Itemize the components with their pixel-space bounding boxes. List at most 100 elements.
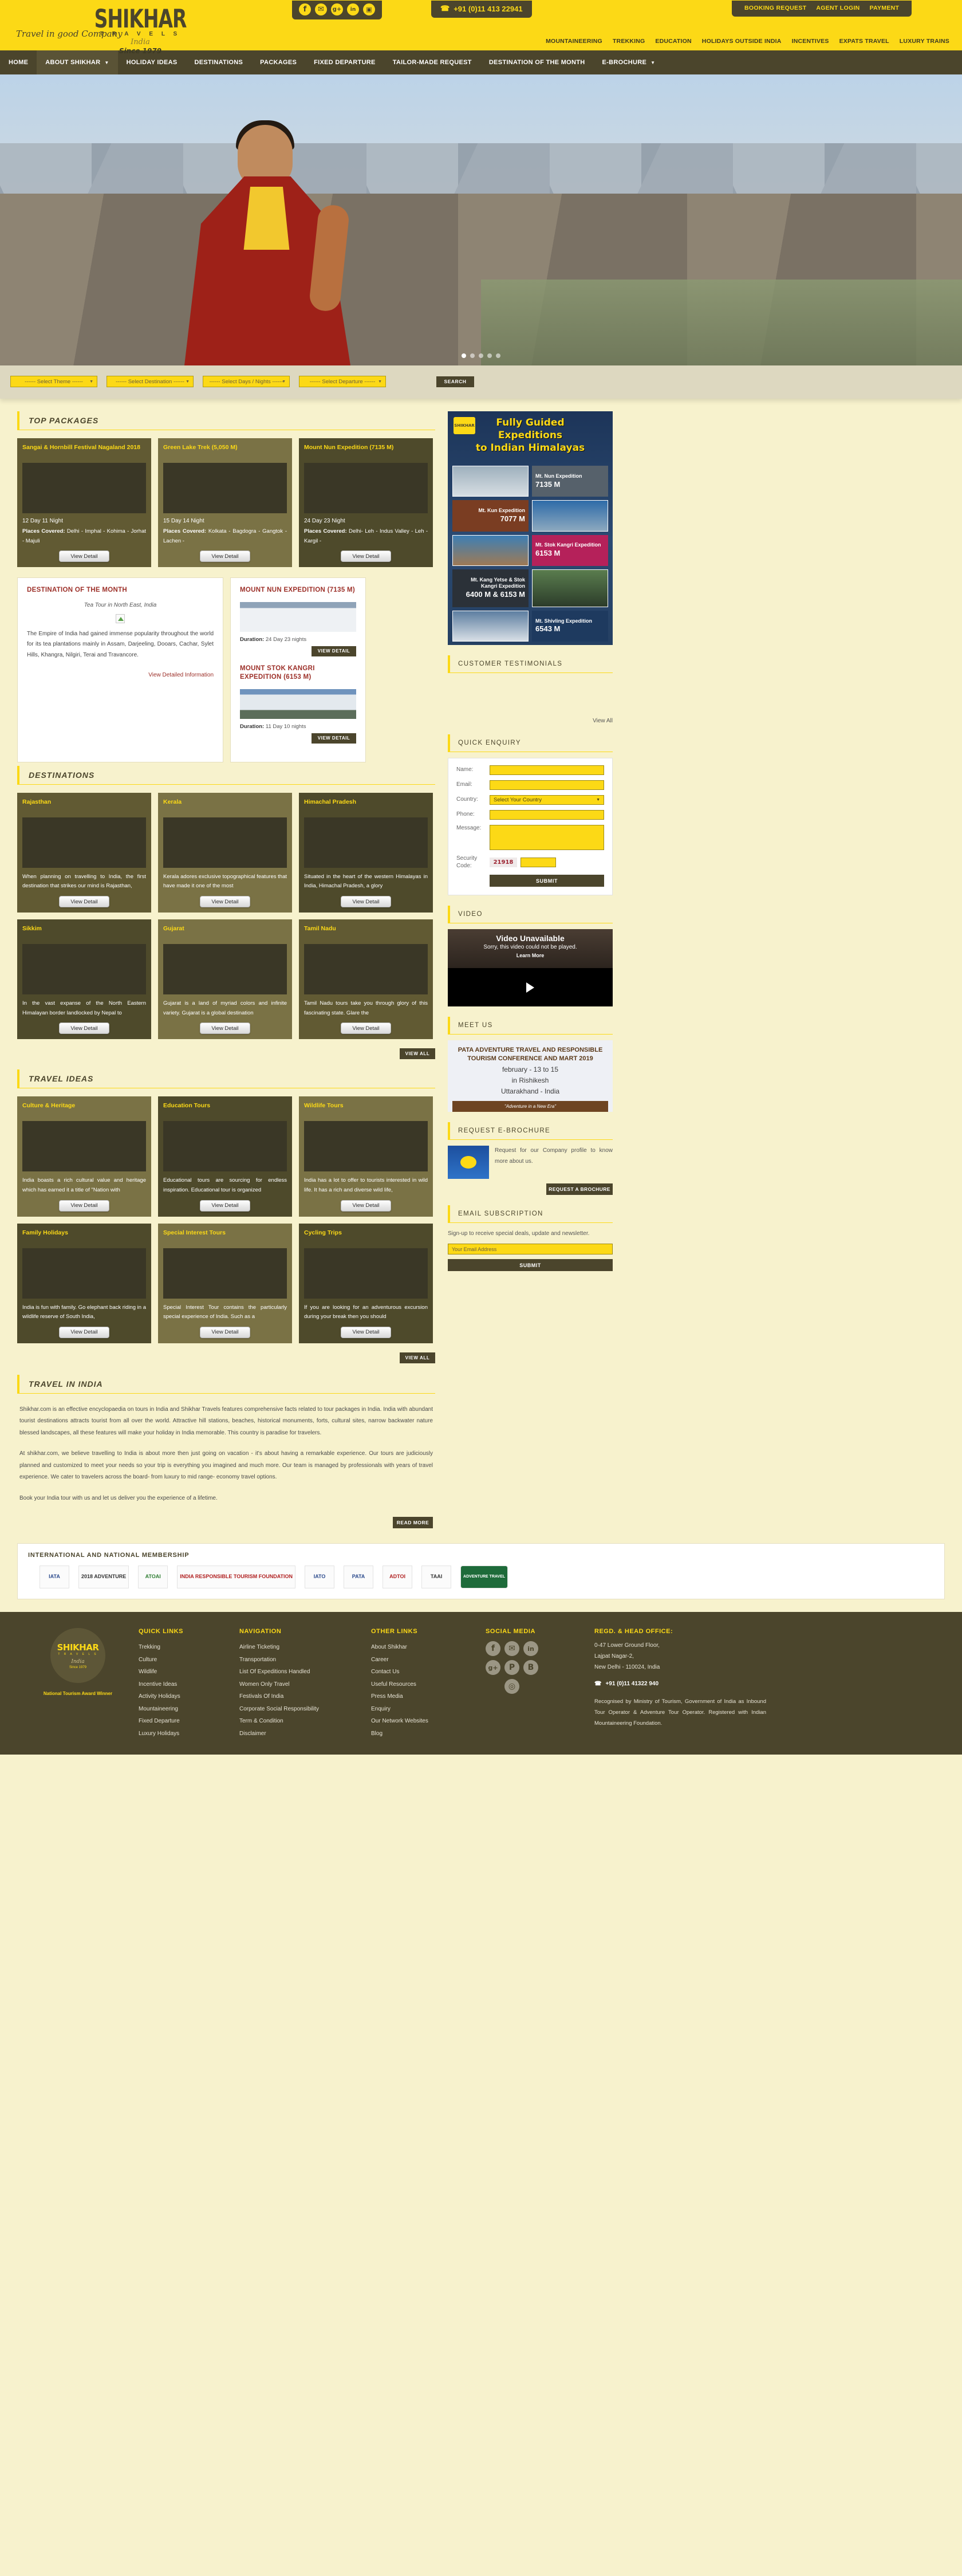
- booking-request-link[interactable]: BOOKING REQUEST: [744, 5, 806, 11]
- select-theme-dropdown[interactable]: ------ Select Theme ------ ▼: [10, 376, 97, 387]
- footer-link-trekking[interactable]: Trekking: [139, 1641, 239, 1654]
- blogger-icon[interactable]: B: [523, 1660, 538, 1676]
- linkedin-icon[interactable]: in: [347, 3, 359, 15]
- view-detail-button[interactable]: View Detail: [59, 1022, 109, 1035]
- instagram-icon[interactable]: ▣: [363, 3, 375, 15]
- footer-link-csr[interactable]: Corporate Social Responsibility: [239, 1703, 371, 1716]
- destination-card[interactable]: Rajasthan When planning on travelling to…: [17, 792, 151, 913]
- travel-ideas-view-all-button[interactable]: VIEW ALL: [400, 1352, 435, 1363]
- video-player[interactable]: [448, 968, 613, 1006]
- cat-incentives[interactable]: INCENTIVES: [792, 38, 829, 45]
- hero-dot-4[interactable]: [487, 353, 492, 358]
- twitter-icon[interactable]: ✉: [315, 3, 327, 15]
- nav-item-destination-of-the-month[interactable]: DESTINATION OF THE MONTH: [480, 50, 594, 74]
- select-departure-dropdown[interactable]: ------ Select Departure ------ ▼: [299, 376, 386, 387]
- enquiry-submit-button[interactable]: SUBMIT: [490, 875, 604, 887]
- view-detail-button[interactable]: View Detail: [200, 896, 250, 908]
- footer-link-festivals-of-india[interactable]: Festivals Of India: [239, 1690, 371, 1703]
- video-unavailable-message[interactable]: Video Unavailable Sorry, this video coul…: [448, 929, 613, 968]
- select-days-nights-dropdown[interactable]: ------ Select Days / Nights ------ ▼: [203, 376, 290, 387]
- phone-input[interactable]: [490, 810, 604, 820]
- view-detail-button[interactable]: VIEW DETAIL: [312, 646, 356, 656]
- travel-idea-card[interactable]: Cycling Trips If you are looking for an …: [299, 1223, 433, 1343]
- hero-dot-1[interactable]: [462, 353, 466, 358]
- package-card[interactable]: Mount Nun Expedition (7135 M) 24 Day 23 …: [299, 438, 433, 568]
- footer-link-term-condition[interactable]: Term & Condition: [239, 1715, 371, 1728]
- email-input[interactable]: [490, 780, 604, 790]
- view-detail-button[interactable]: View Detail: [341, 550, 391, 563]
- payment-link[interactable]: PAYMENT: [870, 5, 900, 11]
- footer-link-culture[interactable]: Culture: [139, 1654, 239, 1666]
- facebook-icon[interactable]: f: [299, 3, 311, 15]
- destination-card[interactable]: Sikkim In the vast expanse of the North …: [17, 919, 151, 1040]
- footer-link-disclaimer[interactable]: Disclaimer: [239, 1728, 371, 1740]
- cat-luxury-trains[interactable]: LUXURY TRAINS: [900, 38, 949, 45]
- office-phone[interactable]: ☎ +91 (0)11 41322 940: [594, 1681, 766, 1687]
- view-detail-button[interactable]: View Detail: [341, 896, 391, 908]
- footer-link-career[interactable]: Career: [371, 1654, 486, 1666]
- footer-link-transportation[interactable]: Transportation: [239, 1654, 371, 1666]
- footer-link-our-network-websites[interactable]: Our Network Websites: [371, 1715, 486, 1728]
- read-more-button[interactable]: READ MORE: [393, 1517, 433, 1529]
- security-code-input[interactable]: [521, 858, 556, 867]
- footer-link-airline-ticketing[interactable]: Airline Ticketing: [239, 1641, 371, 1654]
- hero-dot-5[interactable]: [496, 353, 500, 358]
- nav-item-e-brochure[interactable]: E-BROCHURE ▼: [594, 50, 664, 74]
- view-detail-button[interactable]: View Detail: [59, 1199, 109, 1212]
- footer-logo[interactable]: SHIKHAR T R A V E L S India Since 1979: [50, 1628, 105, 1684]
- destination-card[interactable]: Tamil Nadu Tamil Nadu tours take you thr…: [299, 919, 433, 1040]
- nav-item-tailor-made-request[interactable]: TAILOR-MADE REQUEST: [384, 50, 480, 74]
- message-textarea[interactable]: [490, 825, 604, 850]
- footer-link-fixed-departure[interactable]: Fixed Departure: [139, 1715, 239, 1728]
- destinations-view-all-button[interactable]: VIEW ALL: [400, 1048, 435, 1060]
- footer-link-luxury-holidays[interactable]: Luxury Holidays: [139, 1728, 239, 1740]
- footer-link-contact-us[interactable]: Contact Us: [371, 1666, 486, 1678]
- expeditions-promo-banner[interactable]: SHIKHAR Fully Guided Expeditions to Indi…: [448, 411, 613, 645]
- footer-link-press-media[interactable]: Press Media: [371, 1690, 486, 1703]
- travel-idea-card[interactable]: Family Holidays India is fun with family…: [17, 1223, 151, 1343]
- travel-idea-card[interactable]: Education Tours Educational tours are so…: [158, 1096, 292, 1217]
- view-detail-button[interactable]: View Detail: [341, 1199, 391, 1212]
- footer-link-list-of-expeditions[interactable]: List Of Expeditions Handled: [239, 1666, 371, 1678]
- agent-login-link[interactable]: AGENT LOGIN: [816, 5, 860, 11]
- footer-link-wildlife[interactable]: Wildlife: [139, 1666, 239, 1678]
- travel-idea-card[interactable]: Special Interest Tours Special Interest …: [158, 1223, 292, 1343]
- view-detail-button[interactable]: VIEW DETAIL: [312, 733, 356, 744]
- nav-item-packages[interactable]: PACKAGES: [251, 50, 305, 74]
- cat-expats-travel[interactable]: EXPATS TRAVEL: [839, 38, 889, 45]
- meet-us-event-card[interactable]: PATA ADVENTURE TRAVEL AND RESPONSIBLE TO…: [448, 1040, 613, 1112]
- footer-link-incentive-ideas[interactable]: Incentive Ideas: [139, 1678, 239, 1691]
- site-logo[interactable]: SHIKHAR T R A V E L S India Since 1979: [63, 1, 218, 55]
- play-icon[interactable]: [526, 982, 534, 993]
- view-detail-button[interactable]: View Detail: [200, 1022, 250, 1035]
- cat-trekking[interactable]: TREKKING: [613, 38, 645, 45]
- select-destination-dropdown[interactable]: ------ Select Destination ------ ▼: [107, 376, 194, 387]
- hero-dot-2[interactable]: [470, 353, 475, 358]
- linkedin-icon[interactable]: in: [523, 1641, 538, 1657]
- view-detail-button[interactable]: View Detail: [59, 896, 109, 908]
- view-detail-button[interactable]: View Detail: [200, 550, 250, 563]
- footer-link-about-shikhar[interactable]: About Shikhar: [371, 1641, 486, 1654]
- package-card[interactable]: Sangai & Hornbill Festival Nagaland 2018…: [17, 438, 151, 568]
- facebook-icon[interactable]: f: [486, 1641, 500, 1657]
- cat-education[interactable]: EDUCATION: [655, 38, 691, 45]
- view-detail-button[interactable]: View Detail: [59, 1326, 109, 1338]
- view-detail-button[interactable]: View Detail: [341, 1022, 391, 1035]
- cat-mountaineering[interactable]: MOUNTAINEERING: [546, 38, 602, 45]
- name-input[interactable]: [490, 765, 604, 775]
- phone-display[interactable]: ☎ +91 (0)11 413 22941: [431, 1, 532, 18]
- view-detail-button[interactable]: View Detail: [200, 1326, 250, 1338]
- view-detailed-information-link[interactable]: View Detailed Information: [27, 672, 214, 678]
- hero-slider[interactable]: [0, 74, 962, 365]
- nav-item-home[interactable]: HOME: [0, 50, 37, 74]
- destination-card[interactable]: Himachal Pradesh Situated in the heart o…: [299, 792, 433, 913]
- footer-link-women-only-travel[interactable]: Women Only Travel: [239, 1678, 371, 1691]
- googleplus-icon[interactable]: g+: [486, 1660, 500, 1676]
- destination-card[interactable]: Gujarat Gujarat is a land of myriad colo…: [158, 919, 292, 1040]
- travel-idea-card[interactable]: Culture & Heritage India boasts a rich c…: [17, 1096, 151, 1217]
- travel-idea-card[interactable]: Wildlife Tours India has a lot to offer …: [299, 1096, 433, 1217]
- request-brochure-button[interactable]: REQUEST A BROCHURE: [546, 1183, 613, 1195]
- nav-item-fixed-departure[interactable]: FIXED DEPARTURE: [305, 50, 384, 74]
- video-learn-more-link[interactable]: Learn More: [448, 953, 613, 958]
- country-select[interactable]: Select Your Country ▼: [490, 795, 604, 805]
